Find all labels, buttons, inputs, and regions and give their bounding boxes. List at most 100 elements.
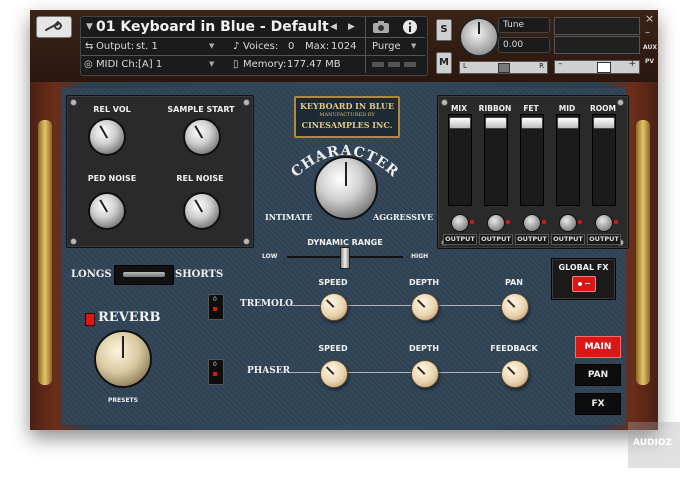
prev-preset-icon[interactable]: ◀ (330, 22, 337, 32)
mixer-output-led (614, 220, 618, 224)
longs-shorts-lever[interactable] (123, 272, 165, 277)
tremolo-depth-knob[interactable] (411, 293, 439, 321)
level-meter-right (554, 36, 640, 54)
tune-knob-indicator (478, 22, 480, 34)
right-brass-handle (636, 120, 650, 385)
rel-noise-knob[interactable] (183, 192, 221, 230)
tremolo-pan-label: PAN (504, 278, 523, 287)
volume-slider-handle[interactable] (597, 62, 611, 73)
longs-label: LONGS (71, 269, 112, 280)
mixer-output-led (470, 220, 474, 224)
mixer-fader-handle[interactable] (521, 117, 543, 129)
pan-page-button[interactable]: PAN (575, 364, 621, 386)
character-aggressive-label: AGGRESSIVE (373, 212, 434, 222)
phaser-depth-knob[interactable] (411, 360, 439, 388)
purge-dropdown-icon[interactable]: ▼ (411, 42, 416, 50)
tune-value[interactable]: 0.00 (498, 37, 550, 53)
close-button[interactable]: × (645, 12, 654, 25)
rel-vol-knob[interactable] (88, 118, 126, 156)
mixer-output-button[interactable]: OUTPUT (551, 234, 585, 245)
pan-slider-handle[interactable] (498, 63, 510, 73)
rel-vol-label: REL VOL (93, 105, 131, 114)
instrument-menu-arrow-icon[interactable]: ▼ (86, 22, 93, 32)
mixer-output-button[interactable]: OUTPUT (479, 234, 513, 245)
next-preset-icon[interactable]: ▶ (348, 22, 355, 32)
phaser-feedback-knob[interactable] (501, 360, 529, 388)
info-icon[interactable] (402, 19, 418, 35)
global-fx-toggle-dash (585, 283, 590, 284)
dynamic-range-label: DYNAMIC RANGE (307, 238, 383, 247)
mixer-fader-handle[interactable] (485, 117, 507, 129)
badge-company: CINESAMPLES INC. (301, 120, 393, 130)
pan-slider[interactable]: L R (459, 61, 548, 74)
header-row-divider (81, 37, 425, 38)
phaser-feedback-label: FEEDBACK (490, 344, 538, 353)
wrench-button[interactable] (36, 16, 72, 38)
max-voices-label: Max: (305, 41, 330, 52)
header-divider (365, 17, 366, 73)
mixer-output-button[interactable]: OUTPUT (515, 234, 549, 245)
max-voices-value[interactable]: 1024 (331, 41, 356, 52)
purge-meter-1 (372, 62, 384, 67)
mixer-output-toggle[interactable] (487, 214, 505, 232)
memory-icon: ▯ (233, 59, 239, 70)
sample-start-knob[interactable] (183, 118, 221, 156)
mixer-fader-handle[interactable] (557, 117, 579, 129)
tremolo-switch[interactable]: 0 (208, 294, 224, 320)
sample-start-label: SAMPLE START (167, 105, 235, 114)
dynamic-range-slider-handle[interactable] (340, 247, 350, 269)
mixer-output-toggle[interactable] (451, 214, 469, 232)
minimize-button[interactable]: – (645, 27, 650, 38)
mixer-output-led (506, 220, 510, 224)
character-knob[interactable] (314, 156, 378, 220)
mixer-output-toggle[interactable] (559, 214, 577, 232)
global-fx-toggle-dot (578, 282, 582, 286)
reverb-title: REVERB (98, 310, 161, 325)
tremolo-speed-knob[interactable] (320, 293, 348, 321)
phaser-speed-knob[interactable] (320, 360, 348, 388)
mixer-output-toggle[interactable] (595, 214, 613, 232)
mixer-channel-label: MID (558, 104, 576, 113)
phaser-title: PHASER (247, 366, 291, 376)
reverb-knob[interactable] (94, 330, 152, 388)
instrument-name[interactable]: 01 Keyboard in Blue - Default (96, 19, 329, 35)
phaser-switch[interactable]: 0 (208, 359, 224, 385)
global-fx-toggle[interactable] (572, 276, 596, 292)
longs-shorts-switch[interactable] (114, 265, 174, 285)
reverb-led[interactable] (85, 313, 95, 326)
output-dropdown-icon[interactable]: ▼ (209, 42, 214, 50)
output-value[interactable]: st. 1 (136, 41, 158, 52)
screw (70, 99, 77, 106)
pv-button[interactable]: PV (645, 58, 654, 65)
mixer-channel-label: FET (523, 104, 539, 113)
badge-title: KEYBOARD IN BLUE (299, 101, 395, 111)
midi-dropdown-icon[interactable]: ▼ (209, 60, 214, 68)
mixer-output-toggle[interactable] (523, 214, 541, 232)
main-page-button[interactable]: MAIN (575, 336, 621, 358)
mixer-output-button[interactable]: OUTPUT (587, 234, 621, 245)
shorts-label: SHORTS (175, 269, 224, 280)
global-fx-label: GLOBAL FX (558, 263, 609, 272)
tremolo-switch-on: 0 (213, 296, 217, 303)
mixer-fader-handle[interactable] (449, 117, 471, 129)
mixer-channel-label: RIBBON (478, 104, 512, 113)
mixer-fader-handle[interactable] (593, 117, 615, 129)
purge-button[interactable]: Purge (372, 41, 401, 52)
voices-label: Voices: (243, 41, 279, 52)
tremolo-pan-knob[interactable] (501, 293, 529, 321)
tune-knob[interactable] (459, 17, 499, 57)
camera-icon[interactable] (372, 20, 390, 34)
mixer-output-led (542, 220, 546, 224)
mixer-channel-label: MIX (450, 104, 468, 113)
reverb-presets-label[interactable]: PRESETS (103, 397, 143, 404)
phaser-depth-label: DEPTH (408, 344, 440, 353)
fx-page-button[interactable]: FX (575, 393, 621, 415)
midi-channel-value[interactable]: [A] 1 (138, 59, 162, 70)
volume-slider[interactable]: – + (554, 59, 640, 74)
screw (243, 238, 250, 245)
ped-noise-knob[interactable] (88, 192, 126, 230)
mute-button[interactable]: M (436, 52, 452, 74)
solo-button[interactable]: S (436, 19, 452, 41)
aux-button[interactable]: AUX (643, 44, 657, 51)
mixer-output-button[interactable]: OUTPUT (443, 234, 477, 245)
